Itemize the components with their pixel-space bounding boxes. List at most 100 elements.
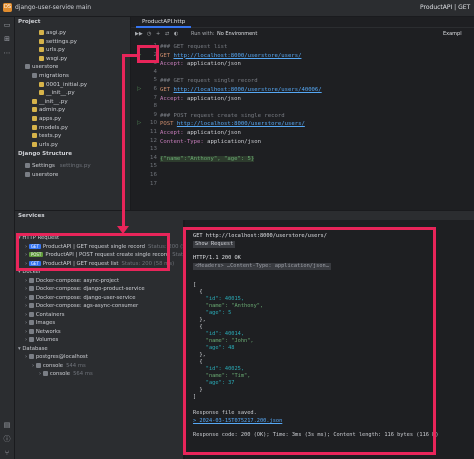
services-tree-item[interactable]: › Networks [25,328,61,337]
project-tree-item[interactable]: __init__.py [32,98,68,106]
services-tree-item[interactable]: › Docker-compose: ags-async-consumer [25,302,138,311]
services-item-status: 544 ms [66,362,86,369]
code-text: ### POST request create single record [160,112,285,119]
add-request-icon[interactable]: + [156,31,160,37]
http-method-badge: POST [28,252,44,257]
line-number: 3 [153,60,158,67]
response-body-line: [ [193,282,197,288]
run-config-selector[interactable]: ProductAPI | GET [420,4,470,11]
project-tree-item[interactable]: urls.py [39,46,65,54]
project-badge[interactable]: DS [3,3,12,12]
service-icon [42,371,48,376]
django-item-extra: settings.py [57,163,91,169]
project-tree-item-label: migrations [39,73,69,79]
request-url[interactable]: http://localhost:8000/userstore/users/ [177,121,305,127]
services-tree-item[interactable]: › Docker-compose: django-user-service [25,294,135,303]
folder-icon[interactable]: ▭ [3,21,11,29]
django-structure-item[interactable]: userstore [25,171,58,179]
git-icon[interactable]: ⑂ [3,449,11,457]
python-file-icon [32,107,37,113]
structure-icon[interactable]: ⊞ [3,35,11,43]
project-tree-item-label: apps.py [39,116,62,122]
branch-selector[interactable]: main [76,4,91,11]
line-number: 10 [150,120,157,127]
line-number: 7 [153,94,158,101]
problems-icon[interactable]: ⓘ [3,435,11,443]
show-request-button[interactable]: Show Request [193,241,236,248]
services-tree-item[interactable]: › Docker-compose: async-project [25,277,119,286]
response-file-link[interactable]: > 2024-03-15T075217.200.json [193,418,282,425]
clock-icon[interactable]: ◷ [147,31,151,37]
code-text: ### GET request single record [160,78,258,85]
line-number: 17 [150,180,157,187]
folder-icon [25,64,30,70]
settings-icon [25,163,30,168]
project-name[interactable]: django-user-service [15,4,74,11]
environment-select[interactable]: No Environment [217,31,257,37]
tab-productapi-http[interactable]: ProductAPI.http [136,18,192,28]
code-line: Accept: application/json [160,95,470,104]
services-tree-item[interactable]: › Docker-compose: django-product-service [25,285,145,294]
header-value: application/json [203,138,262,145]
services-tree-item[interactable]: › postgres@localhost [25,353,88,362]
project-tree-item[interactable]: migrations [32,72,69,80]
terminal-icon[interactable]: ▤ [3,421,11,429]
project-tree-item[interactable]: userstore [25,63,58,71]
response-body-line: { [193,324,203,330]
tool-window-strip: ▭ ⊞ ⋯ ▤ ⓘ ⑂ [0,17,15,459]
project-tree-item[interactable]: wsgi.py [39,55,67,63]
service-icon [35,362,41,368]
services-tree-item[interactable]: › console 544 ms [32,362,86,371]
examples-link[interactable]: Exampl [443,31,462,37]
run-all-icon[interactable]: ▶▶ [135,31,143,37]
services-tree-item[interactable]: ▾ HTTP Request [18,234,59,243]
project-tree-item[interactable]: settings.py [39,38,77,46]
services-tree-item[interactable]: › POST ProductAPI | POST request create s… [25,251,183,260]
project-tree-item[interactable]: admin.py [32,106,65,114]
response-body-line: }, [193,352,206,358]
project-tree-item[interactable]: __init__.py [39,89,75,97]
django-structure-item[interactable]: Settings settings.py [25,162,91,170]
services-tree-item[interactable]: › GET ProductAPI | GET request single rec… [25,243,183,252]
toggle-icon[interactable]: ◐ [174,31,178,37]
project-tree-item[interactable]: urls.py [32,141,58,149]
http-method-badge: GET [28,243,41,249]
run-request-icon[interactable]: ▷ [137,120,141,126]
services-tree-item[interactable]: › console 564 ms [39,370,93,379]
services-tree-item[interactable]: › GET ProductAPI | GET request list Status… [25,260,174,269]
project-tree-item[interactable]: tests.py [32,132,61,140]
services-panel: ▾ HTTP Request › GET ProductAPI | GET requ… [15,220,183,459]
folder-icon [32,73,37,78]
project-panel: Project asgi.py settings.py urls.py wsgi.py… [15,17,130,210]
http-method-badge: GET [28,260,41,266]
response-body-line: }, [193,317,206,323]
project-tree-item[interactable]: asgi.py [39,29,66,37]
line-number: 6 [153,86,158,92]
services-tree-item[interactable]: ▾ Database [18,345,48,354]
code-line: GET http://localhost:8000/userstore/user… [160,52,470,61]
service-icon [28,328,34,334]
project-tree-item-label: userstore [32,64,59,71]
convert-icon[interactable]: ⇄ [165,31,169,37]
code-area[interactable]: ### GET request list GET http://localhost… [160,43,470,163]
request-url[interactable]: http://localhost:8000/userstore/users/40… [173,87,321,93]
run-request-icon[interactable]: ▷ [137,52,141,58]
request-url[interactable]: http://localhost:8000/userstore/users/ [173,53,301,59]
services-item-status: Status: 200 (58 ms) [121,260,175,267]
project-tree-item[interactable]: apps.py [32,115,61,123]
services-item-label: Docker-compose: django-user-service [35,294,136,301]
project-tree-item[interactable]: models.py [32,124,68,132]
services-tree-item[interactable]: ▾ Docker [18,268,41,277]
headers-collapsed[interactable]: <Headers> …Content-Type: application/jso… [193,263,331,270]
python-file-icon [39,55,44,61]
project-tree-item[interactable]: 0001_initial.py [39,81,87,89]
code-line: {"name":"Anthony", "age": 5} [160,155,470,164]
services-tree-item[interactable]: › Containers [25,311,64,320]
more-icon[interactable]: ⋯ [3,49,11,57]
services-item-label: ProductAPI | GET request list [42,260,119,267]
services-tree-item[interactable]: › Volumes [25,336,58,345]
services-tree-item[interactable]: › Images [25,319,55,328]
run-request-icon[interactable]: ▷ [137,86,141,92]
services-item-label: console [49,371,71,377]
